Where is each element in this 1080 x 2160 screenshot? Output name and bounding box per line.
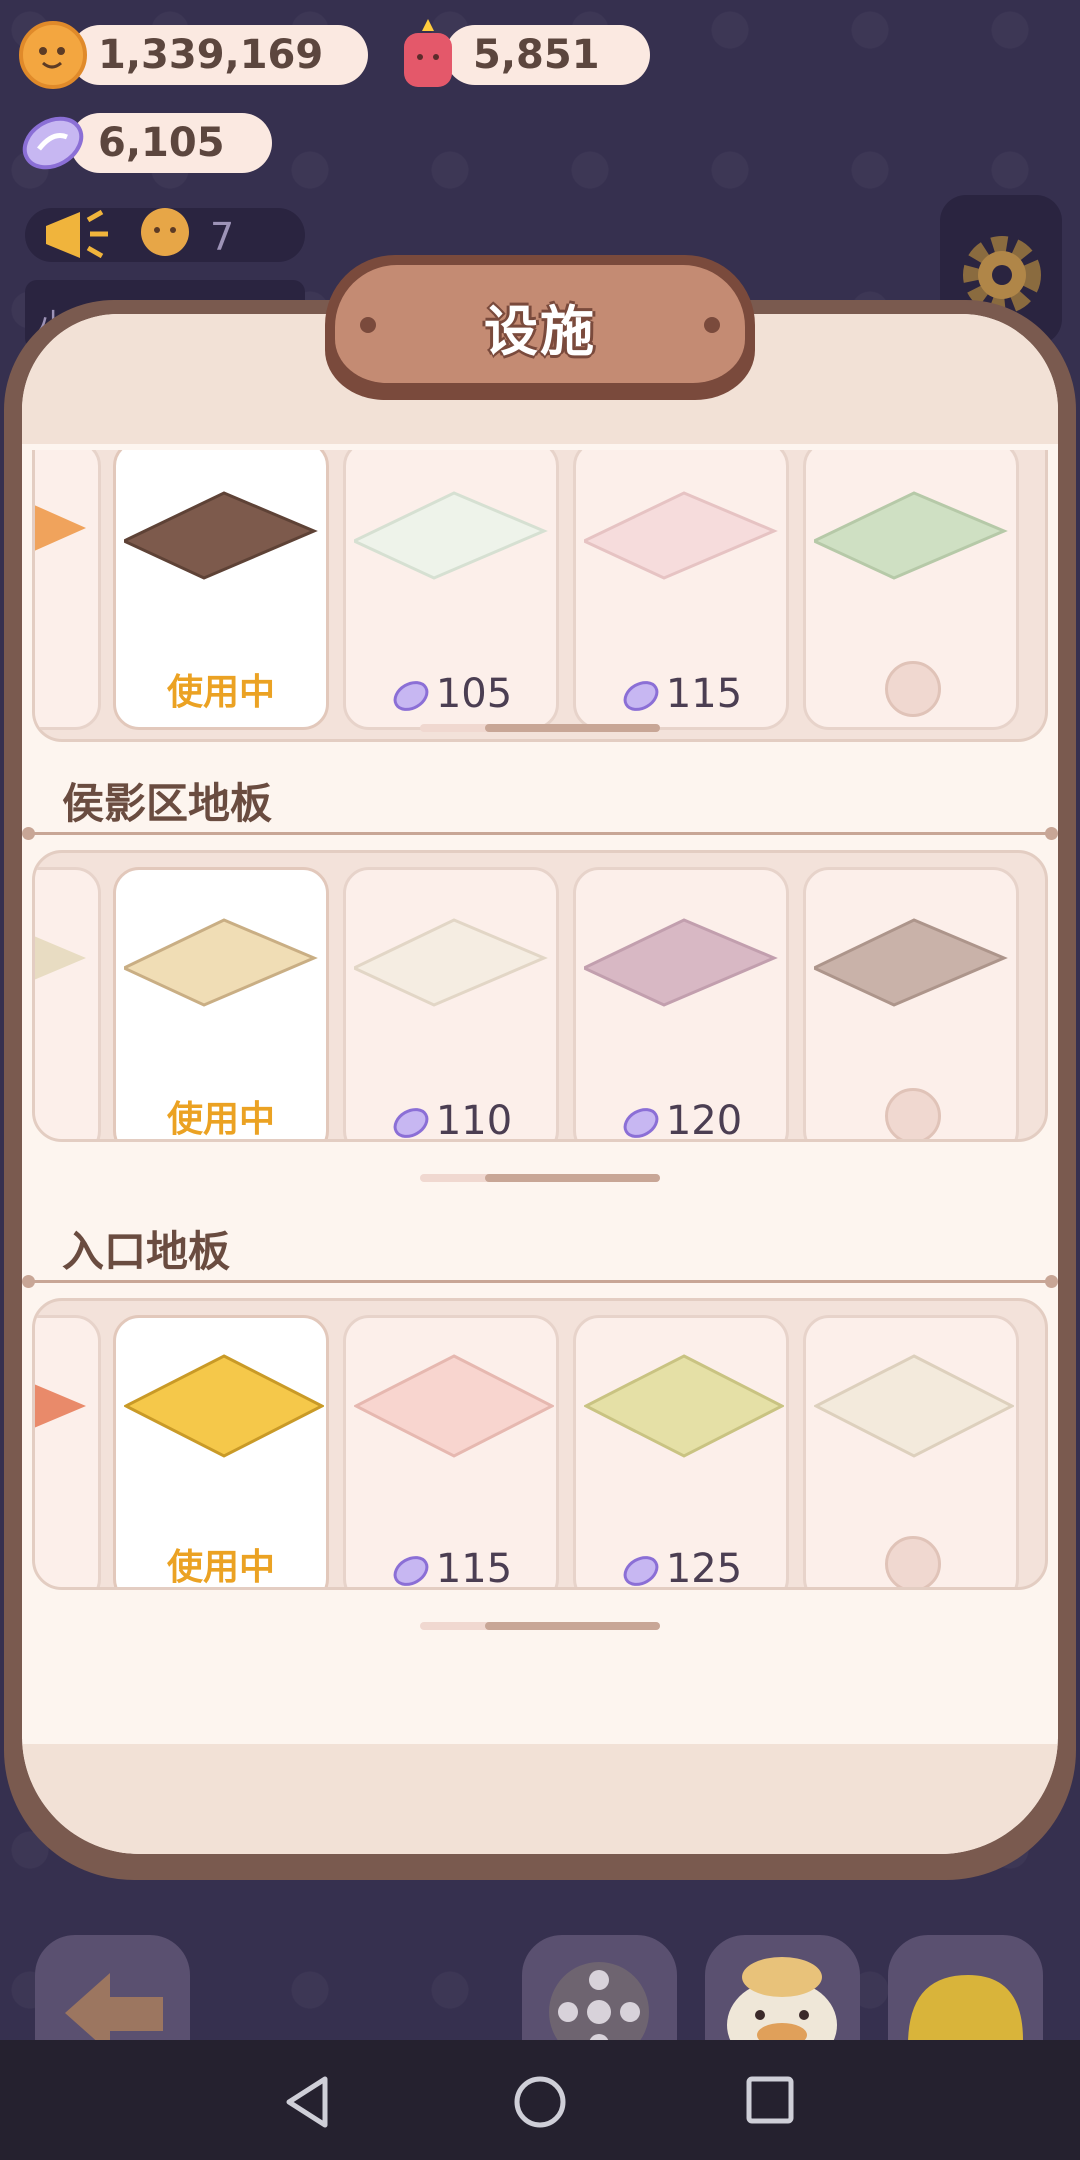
candy-gem-icon	[623, 1108, 659, 1138]
candy-gem-icon	[22, 116, 84, 170]
floor-card[interactable]: 使用中	[113, 1315, 329, 1588]
floor-card[interactable]: 115	[343, 1315, 559, 1590]
floor-tile-image	[35, 1384, 86, 1428]
floor-tile-image	[354, 918, 548, 1007]
floor-tile-image	[814, 491, 1008, 580]
floor-tile-image	[584, 918, 778, 1007]
floor-tile-image	[124, 918, 318, 1007]
panel-title-plate: 设施	[325, 255, 755, 400]
floor-row-3[interactable]: 使用中 115 125	[32, 1298, 1048, 1590]
floor-row-1[interactable]: 使用中 105 115	[32, 450, 1048, 742]
floor-card-partial[interactable]	[35, 867, 101, 1139]
floor-card[interactable]	[803, 450, 1019, 730]
floor-tile-image	[814, 918, 1008, 1007]
price-tag[interactable]: 110	[346, 1098, 556, 1142]
coin-value: 1,339,169	[98, 32, 324, 78]
nav-back-icon[interactable]	[283, 2075, 333, 2129]
floor-card[interactable]	[803, 867, 1019, 1139]
price-value: 115	[435, 1546, 513, 1590]
in-use-label: 使用中	[166, 1099, 275, 1140]
floor-card-partial[interactable]	[35, 1315, 101, 1587]
price-value: 110	[435, 1098, 513, 1142]
floor-tile-image	[35, 505, 86, 551]
section-title: 侯影区地板	[62, 779, 273, 828]
sprite-icon	[141, 208, 189, 256]
price-value: 115	[665, 671, 743, 717]
scrollbar-thumb[interactable]	[485, 1622, 660, 1630]
price-value: 125	[665, 1546, 743, 1590]
nav-home-icon[interactable]	[513, 2075, 567, 2129]
candle-icon	[404, 19, 452, 87]
floor-tile-image	[124, 491, 318, 580]
scrollbar-thumb[interactable]	[485, 1174, 660, 1182]
floor-card[interactable]: 110	[343, 867, 559, 1142]
price-tag[interactable]: 115	[346, 1546, 556, 1590]
floor-tile-image	[354, 1354, 554, 1458]
cookie-coin-icon	[19, 21, 87, 89]
gem-value: 6,105	[98, 120, 225, 166]
title-plate-inner: 设施	[335, 265, 745, 383]
row-scrollbar[interactable]	[420, 1174, 660, 1182]
floor-card[interactable]: 105	[343, 450, 559, 730]
candle-value: 5,851	[473, 32, 600, 78]
price-tag[interactable]: 115	[576, 671, 786, 717]
price-value: 120	[665, 1098, 743, 1142]
floor-card[interactable]: 115	[573, 450, 789, 730]
panel-title: 设施	[484, 300, 596, 363]
megaphone-icon	[46, 209, 108, 259]
floor-tile-image	[35, 936, 86, 980]
candy-gem-icon	[393, 1556, 429, 1586]
candle-counter[interactable]: 5,851	[404, 19, 650, 87]
section-title: 入口地板	[62, 1227, 231, 1276]
floor-row-2[interactable]: 使用中 110 120	[32, 850, 1048, 1142]
notice-count: 7	[210, 215, 235, 259]
section-divider	[22, 827, 1058, 840]
floor-card[interactable]: 125	[573, 1315, 789, 1590]
lock-icon	[885, 1088, 941, 1139]
floor-tile-image	[124, 1354, 324, 1458]
coin-counter[interactable]: 1,339,169	[19, 21, 368, 89]
floor-tile-image	[584, 491, 778, 580]
nav-recents-icon[interactable]	[745, 2075, 795, 2125]
floor-tile-image	[354, 491, 548, 580]
scrollbar-thumb[interactable]	[485, 724, 660, 732]
floor-card[interactable]: 使用中	[113, 867, 329, 1140]
candy-gem-icon	[623, 681, 659, 711]
section-divider	[22, 1275, 1058, 1288]
candy-gem-icon	[393, 1108, 429, 1138]
price-tag[interactable]: 105	[346, 671, 556, 717]
floor-card[interactable]: 使用中	[113, 450, 329, 730]
price-value: 105	[435, 671, 513, 717]
floor-card[interactable]	[803, 1315, 1019, 1587]
gem-counter[interactable]: 6,105	[22, 113, 272, 173]
row-scrollbar[interactable]	[420, 1622, 660, 1630]
floor-card[interactable]: 120	[573, 867, 789, 1142]
candy-gem-icon	[623, 1556, 659, 1586]
floor-tile-image	[814, 1354, 1014, 1458]
in-use-label: 使用中	[166, 1547, 275, 1588]
price-tag[interactable]: 120	[576, 1098, 786, 1142]
floor-card-partial[interactable]	[35, 450, 101, 730]
candy-gem-icon	[393, 681, 429, 711]
price-tag[interactable]: 125	[576, 1546, 786, 1590]
floor-tile-image	[584, 1354, 784, 1458]
in-use-label: 使用中	[166, 672, 275, 713]
row-scrollbar[interactable]	[420, 724, 660, 732]
panel-footer-band	[22, 1744, 1058, 1854]
lock-icon	[885, 1536, 941, 1587]
lock-icon	[885, 661, 941, 717]
